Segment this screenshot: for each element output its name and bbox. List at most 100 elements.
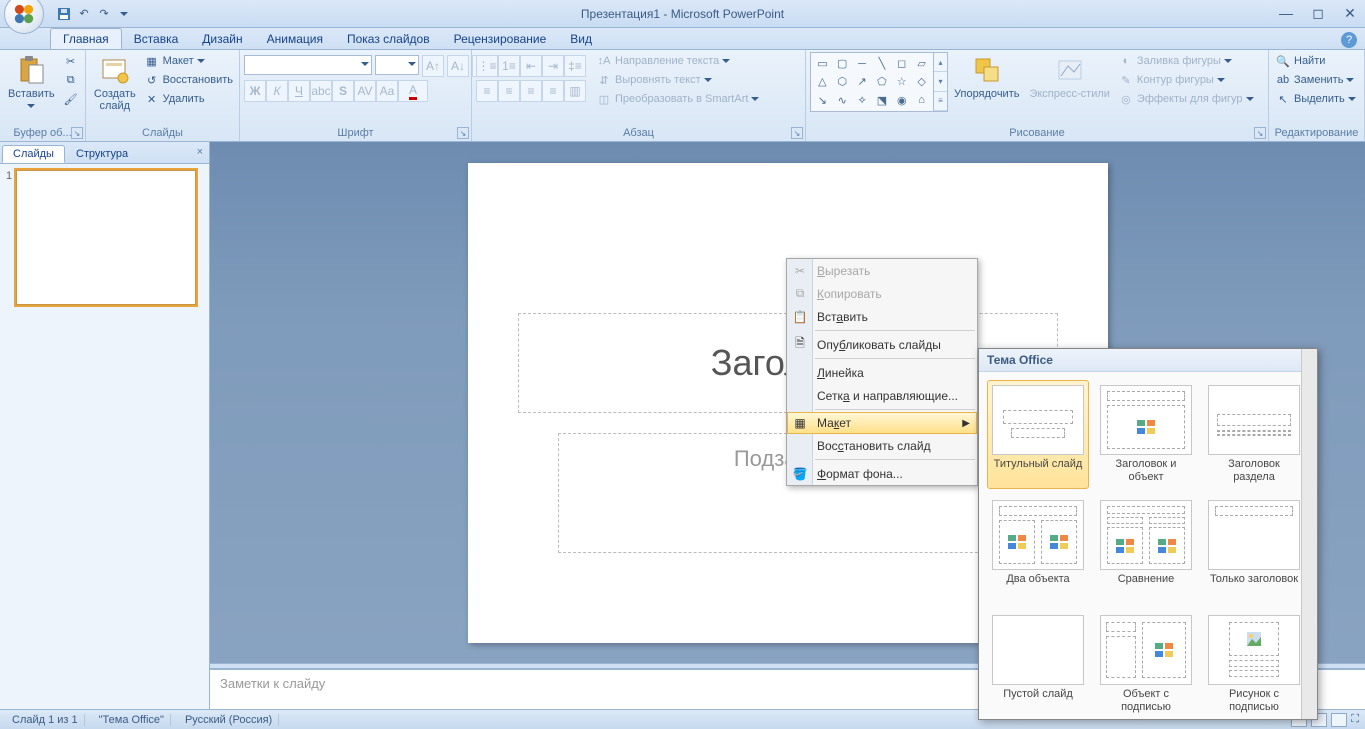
find-button[interactable]: 🔍Найти bbox=[1273, 52, 1358, 70]
align-text-button[interactable]: ⇵Выровнять текст bbox=[594, 71, 761, 89]
ctx-reset[interactable]: Восстановить слайд bbox=[787, 434, 977, 457]
replace-button[interactable]: abЗаменить bbox=[1273, 71, 1358, 89]
status-language[interactable]: Русский (Россия) bbox=[179, 714, 279, 726]
shapes-scroll[interactable]: ▴▾≡ bbox=[934, 52, 948, 112]
format-painter-button[interactable]: 🖌 bbox=[61, 90, 81, 108]
align-left-button[interactable]: ≡ bbox=[476, 80, 498, 102]
layout-two-content[interactable]: Два объекта bbox=[987, 495, 1089, 604]
text-direction-button[interactable]: ↕AНаправление текста bbox=[594, 52, 761, 70]
gallery-scrollbar[interactable] bbox=[1301, 349, 1317, 719]
shadow-button[interactable]: S bbox=[332, 80, 354, 102]
case-button[interactable]: Aa bbox=[376, 80, 398, 102]
arrange-label: Упорядочить bbox=[954, 88, 1019, 100]
group-paragraph: ⋮≡ 1≡ ⇤ ⇥ ‡≡ ≡ ≡ ≡ ≡ ▥ ↕AНаправление тек… bbox=[472, 50, 806, 141]
tab-home[interactable]: Главная bbox=[50, 28, 122, 49]
ctx-ruler[interactable]: Линейка bbox=[787, 361, 977, 384]
layout-title-only[interactable]: Только заголовок bbox=[1203, 495, 1301, 604]
delete-button[interactable]: ✕Удалить bbox=[142, 90, 235, 108]
layout-title-content[interactable]: Заголовок и объект bbox=[1095, 380, 1197, 489]
align-center-button[interactable]: ≡ bbox=[498, 80, 520, 102]
tab-view[interactable]: Вид bbox=[558, 29, 604, 49]
view-show-icon[interactable] bbox=[1331, 713, 1347, 727]
maximize-button[interactable]: ◻ bbox=[1309, 4, 1327, 22]
tab-insert[interactable]: Вставка bbox=[122, 29, 191, 49]
window-controls: — ◻ ✕ bbox=[1277, 4, 1359, 22]
fit-icon[interactable]: ⛶ bbox=[1351, 713, 1359, 726]
ctx-paste[interactable]: 📋Вставить bbox=[787, 305, 977, 328]
minimize-button[interactable]: — bbox=[1277, 4, 1295, 22]
tab-slides-panel[interactable]: Слайды bbox=[2, 145, 65, 163]
indent-inc-button[interactable]: ⇥ bbox=[542, 55, 564, 77]
outline-icon: ✎ bbox=[1118, 72, 1134, 88]
shape-outline-button[interactable]: ✎Контур фигуры bbox=[1116, 71, 1256, 89]
ctx-layout[interactable]: ▦Макет▶ bbox=[787, 412, 977, 434]
strike-button[interactable]: abc bbox=[310, 80, 332, 102]
spacing-button[interactable]: AV bbox=[354, 80, 376, 102]
new-slide-icon bbox=[99, 54, 131, 86]
new-slide-button[interactable]: Создать слайд bbox=[90, 52, 140, 114]
shapes-gallery[interactable]: ▭▢─╲◻▱ △⬡↗⬠☆◇ ↘∿⟡⬔◉⌂ bbox=[810, 52, 934, 112]
layout-content-caption[interactable]: Объект с подписью bbox=[1095, 610, 1197, 719]
tab-design[interactable]: Дизайн bbox=[190, 29, 254, 49]
bullets-button[interactable]: ⋮≡ bbox=[476, 55, 498, 77]
group-font-label: Шрифт bbox=[244, 126, 467, 141]
layout-section-header[interactable]: Заголовок раздела bbox=[1203, 380, 1301, 489]
copy-button[interactable]: ⧉ bbox=[61, 71, 81, 89]
status-slide-pos: Слайд 1 из 1 bbox=[6, 714, 85, 726]
layout-picture-caption[interactable]: Рисунок с подписью bbox=[1203, 610, 1301, 719]
align-right-button[interactable]: ≡ bbox=[520, 80, 542, 102]
para-launcher[interactable]: ↘ bbox=[791, 127, 803, 139]
group-drawing: ▭▢─╲◻▱ △⬡↗⬠☆◇ ↘∿⟡⬔◉⌂ ▴▾≡ Упорядочить Экс… bbox=[806, 50, 1269, 141]
thumb-number: 1 bbox=[6, 170, 12, 305]
paste-icon: 📋 bbox=[791, 308, 809, 326]
reset-button[interactable]: ↺Восстановить bbox=[142, 71, 235, 89]
thumbnail-1[interactable]: 1 bbox=[6, 170, 203, 305]
font-color-button[interactable]: A bbox=[398, 80, 428, 102]
help-icon[interactable]: ? bbox=[1341, 32, 1357, 48]
shape-fill-button[interactable]: ◐Заливка фигуры bbox=[1116, 52, 1256, 70]
ribbon-tabs: Главная Вставка Дизайн Анимация Показ сл… bbox=[0, 28, 1365, 50]
layout-title-slide[interactable]: Титульный слайд bbox=[987, 380, 1089, 489]
clipboard-launcher[interactable]: ↘ bbox=[71, 127, 83, 139]
group-editing: 🔍Найти abЗаменить ↖Выделить Редактирован… bbox=[1269, 50, 1365, 141]
direction-icon: ↕A bbox=[596, 53, 612, 69]
select-button[interactable]: ↖Выделить bbox=[1273, 90, 1358, 108]
paste-button[interactable]: Вставить bbox=[4, 52, 59, 112]
underline-button[interactable]: Ч bbox=[288, 80, 310, 102]
font-size-combo[interactable] bbox=[375, 55, 419, 75]
tab-outline-panel[interactable]: Структура bbox=[65, 145, 139, 163]
grow-font-button[interactable]: A↑ bbox=[422, 55, 444, 77]
tab-animation[interactable]: Анимация bbox=[255, 29, 335, 49]
cut-button[interactable]: ✂ bbox=[61, 52, 81, 70]
bold-button[interactable]: Ж bbox=[244, 80, 266, 102]
layout-comparison[interactable]: Сравнение bbox=[1095, 495, 1197, 604]
smartart-button[interactable]: ◫Преобразовать в SmartArt bbox=[594, 90, 761, 108]
tab-review[interactable]: Рецензирование bbox=[442, 29, 559, 49]
draw-launcher[interactable]: ↘ bbox=[1254, 127, 1266, 139]
justify-button[interactable]: ≡ bbox=[542, 80, 564, 102]
close-button[interactable]: ✕ bbox=[1341, 4, 1359, 22]
layout-button[interactable]: ▦Макет bbox=[142, 52, 235, 70]
italic-button[interactable]: К bbox=[266, 80, 288, 102]
group-draw-label: Рисование bbox=[810, 126, 1264, 141]
columns-button[interactable]: ▥ bbox=[564, 80, 586, 102]
font-launcher[interactable]: ↘ bbox=[457, 127, 469, 139]
numbering-button[interactable]: 1≡ bbox=[498, 55, 520, 77]
copy-icon: ⧉ bbox=[791, 285, 809, 303]
ctx-grid[interactable]: Сетка и направляющие... bbox=[787, 384, 977, 407]
arrange-button[interactable]: Упорядочить bbox=[950, 52, 1023, 102]
quick-styles-button[interactable]: Экспресс-стили bbox=[1025, 52, 1113, 102]
tab-slideshow[interactable]: Показ слайдов bbox=[335, 29, 442, 49]
thumbnails: 1 bbox=[0, 164, 209, 709]
indent-dec-button[interactable]: ⇤ bbox=[520, 55, 542, 77]
ctx-publish[interactable]: 🗎Опубликовать слайды bbox=[787, 333, 977, 356]
ctx-format[interactable]: 🪣Формат фона... bbox=[787, 462, 977, 485]
shape-effects-button[interactable]: ◎Эффекты для фигур bbox=[1116, 90, 1256, 108]
fill-icon: ◐ bbox=[1118, 53, 1134, 69]
line-spacing-button[interactable]: ‡≡ bbox=[564, 55, 586, 77]
shrink-font-button[interactable]: A↓ bbox=[447, 55, 469, 77]
font-name-combo[interactable] bbox=[244, 55, 372, 75]
layout-blank[interactable]: Пустой слайд bbox=[987, 610, 1089, 719]
publish-icon: 🗎 bbox=[791, 336, 809, 354]
panel-close-icon[interactable]: × bbox=[197, 146, 203, 158]
